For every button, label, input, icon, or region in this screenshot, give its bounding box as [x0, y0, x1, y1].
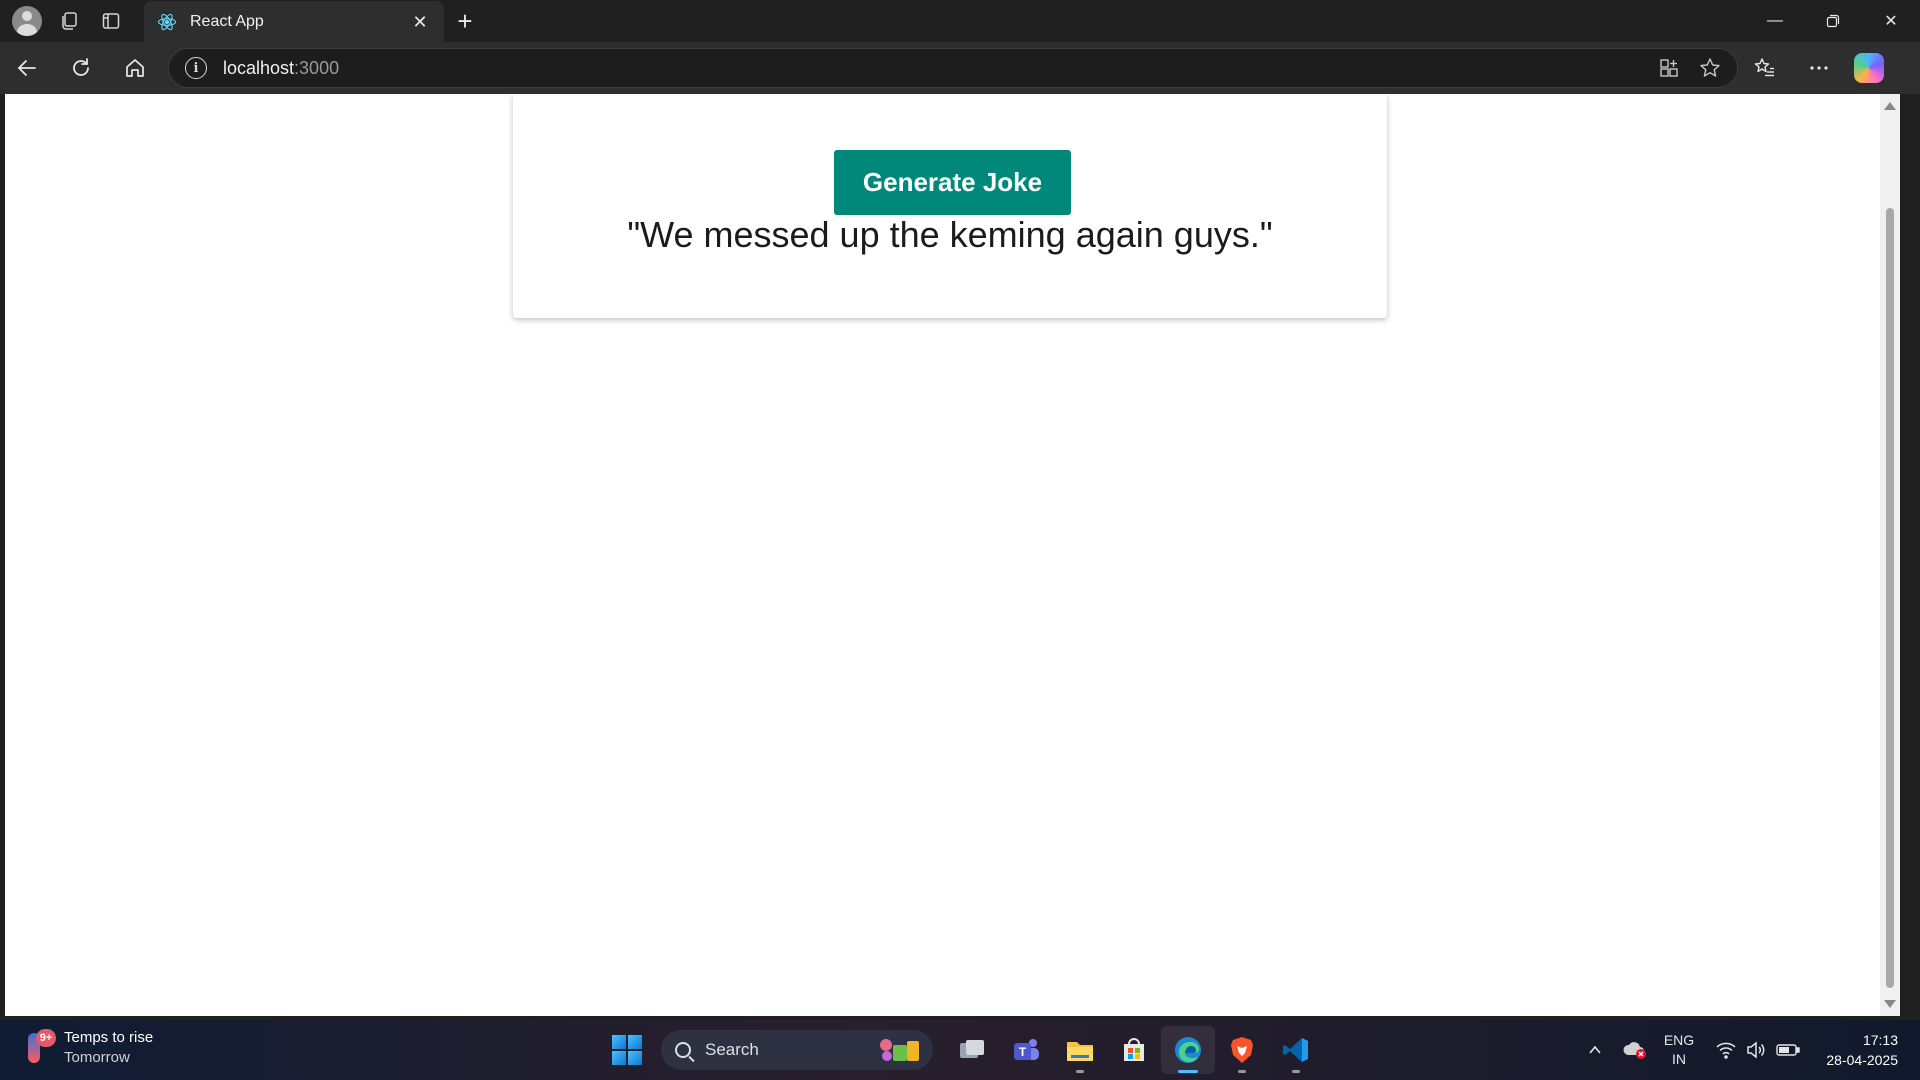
joke-text: "We messed up the keming again guys." [627, 214, 1273, 255]
clock-date: 28-04-2025 [1826, 1052, 1898, 1068]
workspaces-icon[interactable] [48, 0, 90, 42]
react-logo-icon [156, 11, 178, 33]
scrollbar-thumb[interactable] [1886, 208, 1894, 988]
joke-card: Generate Joke "We messed up the keming a… [513, 94, 1387, 318]
restore-icon[interactable] [1804, 0, 1862, 42]
close-window-icon[interactable]: ✕ [1862, 0, 1920, 42]
system-tray: ENG IN [1575, 1020, 1805, 1080]
volume-icon[interactable] [1741, 1020, 1771, 1080]
onedrive-error-icon[interactable] [1615, 1020, 1655, 1080]
edge-browser-icon[interactable] [1161, 1026, 1215, 1074]
page-viewport: Generate Joke "We messed up the keming a… [5, 94, 1900, 1016]
search-icon [675, 1042, 691, 1058]
windows-start-icon[interactable] [605, 1028, 649, 1072]
address-port: :3000 [294, 57, 340, 78]
site-info-icon[interactable]: i [185, 57, 207, 79]
vertical-tabs-icon[interactable] [90, 0, 132, 42]
window-controls: — ✕ [1746, 0, 1920, 42]
taskbar-center: Search T [605, 1026, 1323, 1074]
tab-react-app[interactable]: React App ✕ [144, 1, 444, 43]
language-indicator[interactable]: ENG IN [1655, 1031, 1703, 1069]
search-highlight-icon [880, 1039, 919, 1061]
back-arrow-icon[interactable] [0, 42, 54, 94]
profile-avatar[interactable] [6, 0, 48, 42]
weather-headline: Temps to rise [64, 1029, 154, 1046]
favorites-list-icon[interactable] [1738, 42, 1792, 94]
weather-widget[interactable]: 9+ Temps to rise Tomorrow [24, 1028, 153, 1068]
task-view-icon[interactable] [945, 1026, 999, 1074]
thermometer-icon: 9+ [24, 1029, 56, 1067]
region-code: IN [1672, 1051, 1686, 1067]
microsoft-store-icon[interactable] [1107, 1026, 1161, 1074]
vertical-scrollbar[interactable] [1880, 94, 1900, 1016]
clock-time: 17:13 [1862, 1032, 1898, 1048]
taskbar-search-box[interactable]: Search [661, 1030, 933, 1070]
copilot-icon[interactable] [1854, 53, 1884, 83]
app-available-icon[interactable] [1659, 57, 1679, 79]
windows-taskbar: 9+ Temps to rise Tomorrow Search T ENG I… [0, 1020, 1920, 1080]
svg-text:T: T [1019, 1045, 1027, 1059]
weather-badge: 9+ [36, 1029, 56, 1047]
more-options-icon[interactable] [1792, 42, 1846, 94]
system-clock[interactable]: 17:13 28-04-2025 [1826, 1030, 1898, 1070]
minimize-icon[interactable]: — [1746, 0, 1804, 42]
wifi-icon[interactable] [1711, 1020, 1741, 1080]
scroll-up-arrow-icon[interactable] [1884, 102, 1896, 110]
tab-title: React App [190, 13, 264, 30]
brave-browser-icon[interactable] [1215, 1026, 1269, 1074]
navigation-bar: i localhost:3000 [0, 42, 1920, 94]
favorite-star-icon[interactable] [1699, 57, 1721, 79]
teams-icon[interactable]: T [999, 1026, 1053, 1074]
browser-title-bar: React App ✕ + — ✕ [0, 0, 1920, 43]
new-tab-button[interactable]: + [444, 0, 486, 42]
avatar-icon [12, 6, 42, 36]
weather-subline: Tomorrow [64, 1049, 130, 1066]
tab-close-icon[interactable]: ✕ [408, 10, 432, 34]
address-host: localhost [223, 57, 295, 78]
generate-joke-button[interactable]: Generate Joke [834, 150, 1071, 215]
battery-icon[interactable] [1771, 1020, 1805, 1080]
vscode-icon[interactable] [1269, 1026, 1323, 1074]
search-placeholder: Search [705, 1040, 759, 1059]
refresh-icon[interactable] [54, 42, 108, 94]
address-bar[interactable]: i localhost:3000 [168, 48, 1738, 88]
scroll-down-arrow-icon[interactable] [1884, 1000, 1896, 1008]
home-icon[interactable] [108, 42, 162, 94]
show-hidden-icons-chevron-icon[interactable] [1575, 1020, 1615, 1080]
language-code: ENG [1663, 1032, 1695, 1048]
file-explorer-icon[interactable] [1053, 1026, 1107, 1074]
